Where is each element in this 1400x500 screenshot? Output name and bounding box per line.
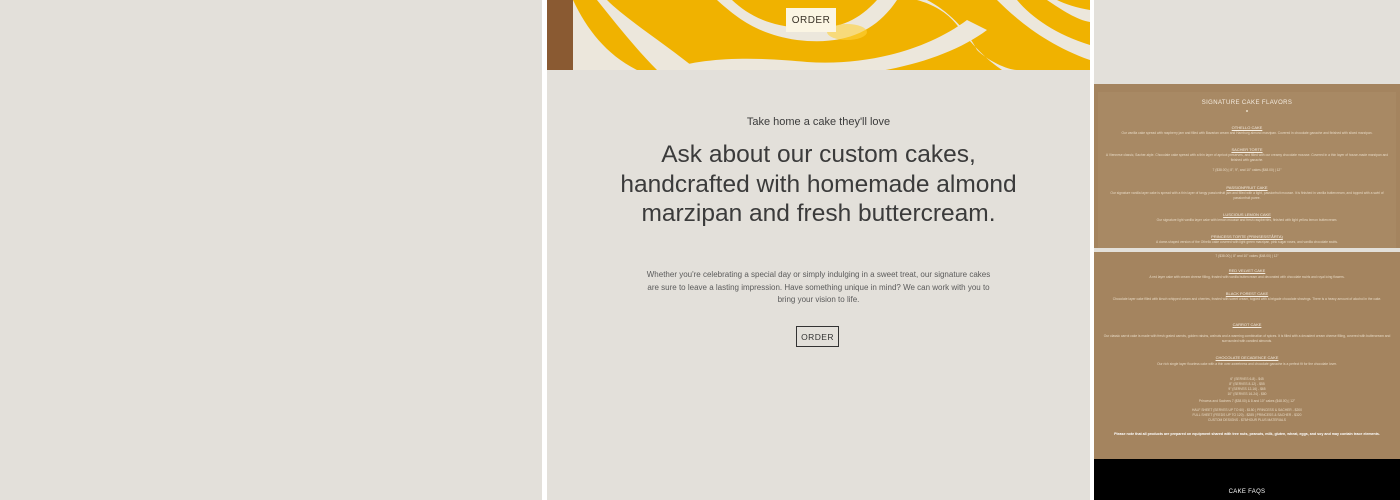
menu-item-name: RED VELVET CAKE (1228, 268, 1266, 273)
menu-item-name: SACHER TORTE (1231, 147, 1263, 152)
price-line: 8" (SERVES 8-12) - $55 (1229, 382, 1265, 386)
menu-item-name: BLACK FOREST CAKE (1225, 291, 1269, 296)
menu-item-desc: A Viennese classic, Sacher-style. Chocol… (1105, 153, 1389, 162)
menu-item-desc: Chocolate layer cake filled with kirsch … (1112, 297, 1382, 301)
menu-title: SIGNATURE CAKE FLAVORS (1201, 100, 1293, 106)
price-line: HALF SHEET (SERVES UP TO 60) - $150 | PR… (1192, 408, 1302, 412)
menu-item-desc: Our signature light vanilla layer cake w… (1156, 218, 1338, 222)
price-line: CUSTOM DESIGNS - $75/HOUR PLUS MATERIALS (1208, 418, 1286, 422)
custom-cakes-section: ORDER Take home a cake they'll love Ask … (547, 0, 1090, 500)
menu-panel-top (1094, 84, 1400, 248)
section-subtitle: Take home a cake they'll love (746, 116, 891, 128)
menu-item-name: OTHELLO CAKE (1231, 125, 1263, 130)
custom-order-button[interactable]: ORDER (796, 326, 839, 347)
menu-item-price: 7 ($38.00) | 8" and 10" cakes ($48.00) |… (1215, 254, 1279, 258)
faq-title: CAKE FAQS (1228, 489, 1266, 495)
menu-item-name: CARROT CAKE (1232, 322, 1262, 327)
title-ornament (1246, 110, 1248, 112)
menu-item-name: PASSIONFRUIT CAKE (1226, 185, 1268, 190)
menu-column: SIGNATURE CAKE FLAVORS OTHELLO CAKE Our … (1094, 0, 1400, 500)
left-empty-panel (0, 0, 542, 500)
section-paragraph: Whether you're celebrating a special day… (646, 270, 991, 304)
menu-item-desc: Our rich single layer flourless cake wit… (1157, 362, 1337, 366)
menu-item-price: 7 ($38.00) | 8", 9", and 10" cakes ($48.… (1212, 168, 1282, 172)
menu-item-desc: Our classic carrot cake is made with fre… (1103, 334, 1391, 343)
menu-item-name: LUSCIOUS LEMON CAKE (1223, 212, 1271, 217)
price-line: Princess and Sachers 7 ($38.00) & 8 and … (1198, 399, 1296, 403)
menu-item-desc: A red layer cake with cream cheese filli… (1149, 275, 1345, 279)
menu-item-desc: A dome-shaped version of the Othello cak… (1156, 240, 1338, 244)
price-line: 10" (SERVES 16-24) - $80 (1227, 392, 1267, 396)
menu-item-desc: Our vanilla cake spread with raspberry j… (1121, 131, 1373, 135)
hero-cake-image: ORDER (547, 0, 1090, 70)
price-line: 9" (SERVES 12-16) - $65 (1228, 387, 1266, 391)
section-headline: Ask about our custom cakes, handcrafted … (620, 141, 1017, 227)
hero-order-button[interactable]: ORDER (786, 8, 836, 32)
price-line: 6" (SERVES 6-8) - $45 (1230, 377, 1264, 381)
allergen-notice: Please note that all products are prepar… (1114, 432, 1380, 436)
price-line: FULL SHEET (FEEDS UP TO 120) - $285 | PR… (1192, 413, 1302, 417)
menu-item-name: PRINCESS TORTE (PRINSESSTÅRTA) (1211, 234, 1283, 239)
menu-item-name: CHOCOLATE DECADENCE CAKE (1215, 355, 1279, 360)
menu-item-desc: Our signature vanilla layer cake is spre… (1110, 191, 1384, 200)
